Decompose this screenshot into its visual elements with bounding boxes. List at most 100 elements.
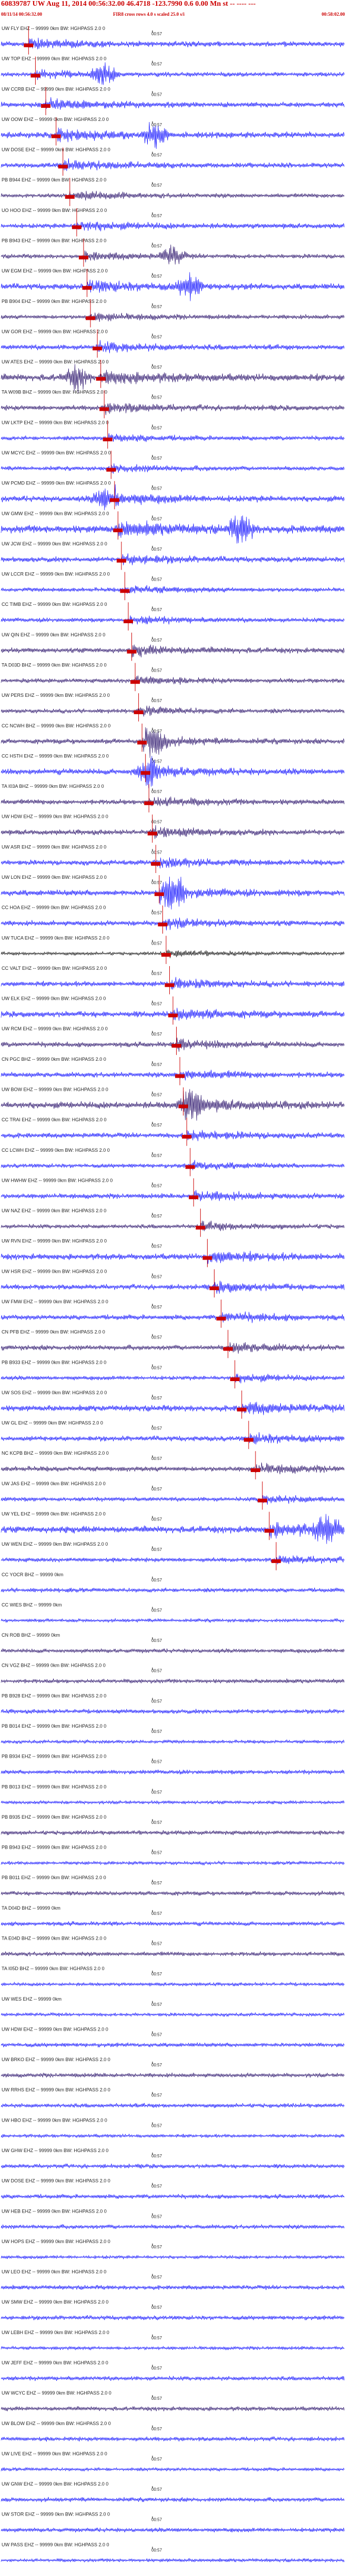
- trace-label: UW WES EHZ -- 99999 0km: [2, 1996, 62, 2002]
- time-tick-label: 00:57: [151, 1972, 162, 1976]
- waveform: [1, 1514, 345, 1544]
- trace-label: UW ATES EHZ -- 99999 0km BW: HGHPASS 2.0…: [2, 359, 109, 364]
- waveform: [1, 585, 345, 594]
- waveform: [1, 2315, 345, 2320]
- waveform: [1, 2133, 345, 2138]
- trace-label: UW LCCR EHZ -- 99999 0km BW: HGHPASS 2.0…: [2, 572, 110, 577]
- time-tick-label: 00:57: [151, 1305, 162, 1310]
- trace-row: PB B943 EHZ -- 99999 0km BW: HGHPASS 2.0…: [1, 1845, 345, 1866]
- trace-row: UW ATES EHZ -- 99999 0km BW: HGHPASS 2.0…: [1, 359, 345, 393]
- time-tick-label: 00:57: [151, 1699, 162, 1703]
- trace-row: CN PFB EHZ -- 99999 0km BW: HGHPASS 2.0 …: [1, 1330, 345, 1358]
- trace-row: UW LKTP EHZ -- 99999 0km BW: HGHPASS 2.0…: [1, 420, 345, 449]
- trace-label: UW WEN EHZ -- 99999 0km BW: HGHPASS 2.0 …: [2, 1541, 108, 1547]
- trace-label: NC KCPB BHZ -- 99999 0km BW: HGHPASS 2.0…: [2, 1451, 109, 1456]
- trace-row: CC HOA EHZ -- 99999 0km BW: HGHPASS 2.0 …: [1, 905, 345, 934]
- waveform: [1, 1462, 345, 1475]
- trace-label: PB B944 EHZ -- 99999 0km BW: HGHPASS 2.0…: [2, 177, 106, 182]
- trace-label: UW FMW EHZ -- 99999 0km BW: HGHPASS 2.0 …: [2, 1299, 108, 1304]
- time-tick-label: 00:57: [151, 668, 162, 673]
- waveform: [1, 312, 345, 322]
- waveform: [1, 1739, 345, 1745]
- trace-label: TA D03D BHZ -- 99999 0km BW: HGHPASS 2.0…: [2, 663, 107, 668]
- trace-row: UW PASS EHZ -- 99999 0km BW: HGHPASS 2.0…: [1, 2542, 345, 2563]
- trace-label: CC TRAI EHZ -- 99999 0km BW: HGHPASS 2.0…: [2, 1117, 107, 1122]
- trace-label: TA I03A BHZ -- 99999 0km BW: HGHPASS 2.0…: [2, 784, 104, 789]
- trace-label: TA D04D BHZ -- 99999 0km: [2, 1905, 60, 1911]
- trace-row: CC NCWH BHZ -- 99999 0km BW: HGHPASS 2.0…: [1, 723, 345, 758]
- waveform: [1, 1555, 345, 1565]
- trace-label: UW GHW EHZ -- 99999 0km BW: HGHPASS 2.0 …: [2, 2148, 108, 2153]
- trace-row: UW TUCA EHZ -- 99999 0km BW: HGHPASS 2.0…: [1, 935, 345, 964]
- time-tick-label: 00:57: [151, 2184, 162, 2189]
- trace-label: PB B928 EHZ -- 99999 0km BW: HGHPASS 2.0…: [2, 1693, 106, 1698]
- trace-label: UW SMW EHZ -- 99999 0km BW: HGHPASS 2.0 …: [2, 2299, 108, 2305]
- time-tick-label: 00:57: [151, 2487, 162, 2492]
- time-tick-label: 00:57: [151, 820, 162, 825]
- time-tick-label: 00:57: [151, 1153, 162, 1158]
- time-tick-label: 00:57: [151, 395, 162, 400]
- trace-label: PB B014 EHZ -- 99999 0km BW: HGHPASS 2.0…: [2, 1723, 106, 1729]
- waveform: [1, 1709, 345, 1715]
- waveform: [1, 1921, 345, 1926]
- waveform: [1, 705, 345, 717]
- time-tick-label: 00:57: [151, 214, 162, 218]
- trace-label: CC HSTH EHZ -- 99999 0km BW: HGHPASS 2.0…: [2, 753, 109, 758]
- time-tick-label: 00:57: [151, 1911, 162, 1916]
- trace-label: UW ASR EHZ -- 99999 0km BW: HGHPASS 2.0 …: [2, 844, 106, 849]
- time-tick-label: 00:57: [151, 1760, 162, 1764]
- waveform: [1, 2042, 345, 2047]
- waveform: [1, 977, 345, 990]
- trace-label: UW GMW EHZ -- 99999 0km BW: HGHPASS 2.0 …: [2, 511, 109, 516]
- waveform: [1, 364, 345, 393]
- trace-row: UW HWHW EHZ -- 99999 0km BW: HGHPASS 2.0…: [1, 1178, 345, 1207]
- waveform: [1, 62, 345, 85]
- time-tick-label: 00:57: [151, 1123, 162, 1128]
- waveform: [1, 2194, 345, 2199]
- time-tick-label: 00:57: [151, 1851, 162, 1855]
- trace-label: UW GNW EHZ -- 99999 0km BW: HGHPASS 2.0 …: [2, 2481, 108, 2487]
- waveform: [1, 1587, 345, 1593]
- trace-row: UW GOR EHZ -- 99999 0km BW: HGHPASS 2.0 …: [1, 329, 345, 358]
- trace-row: PB B935 EHZ -- 99999 0km BW: HGHPASS 2.0…: [1, 1814, 345, 1835]
- trace-row: UW HDW EHZ -- 99999 0km BW: HGHPASS 2.0 …: [1, 2026, 345, 2047]
- waveform: [1, 1130, 345, 1141]
- time-tick-label: 00:57: [151, 305, 162, 309]
- waveform: [1, 158, 345, 171]
- waveform: [1, 1678, 345, 1684]
- time-tick-label: 00:57: [151, 1881, 162, 1885]
- trace-label: UO HOO EHZ -- 99999 0km BW: HGHPASS 2.0 …: [2, 208, 107, 213]
- trace-label: UW NAZ EHZ -- 99999 0km BW: HGHPASS 2.0 …: [2, 1208, 106, 1213]
- waveform: [1, 2527, 345, 2533]
- trace-label: UW SOS EHZ -- 99999 0km BW: HGHPASS 2.0 …: [2, 1390, 107, 1395]
- trace-row: PB B928 EHZ -- 99999 0km BW: HGHPASS 2.0…: [1, 1693, 345, 1715]
- trace-label: UW HBO EHZ -- 99999 0km BW: HGHPASS 2.0 …: [2, 2117, 107, 2123]
- waveform: [1, 190, 345, 201]
- waveform: [1, 272, 345, 301]
- trace-row: NC KCPB BHZ -- 99999 0km BW: HGHPASS 2.0…: [1, 1451, 345, 1479]
- trace-label: UW BOW EHZ -- 99999 0km BW: HGHPASS 2.0 …: [2, 1087, 108, 1092]
- trace-label: PB B943 EHZ -- 99999 0km BW: HGHPASS 2.0…: [2, 1845, 106, 1850]
- trace-row: UW STOR EHZ -- 99999 0km BW: HGHPASS 2.0…: [1, 2512, 345, 2533]
- waveform: [1, 1402, 345, 1415]
- trace-label: UW OOW EHZ -- 99999 0km BW: HGHPASS 2.0 …: [2, 117, 109, 122]
- trace-label: UW PCMD EHZ -- 99999 0km BW: HGHPASS 2.0…: [2, 481, 111, 486]
- trace-label: PB B935 EHZ -- 99999 0km BW: HGHPASS 2.0…: [2, 1814, 106, 1820]
- time-tick-label: 00:57: [151, 1790, 162, 1794]
- waveform: [1, 340, 345, 353]
- waveform: [1, 1251, 345, 1264]
- trace-row: UW LON EHZ -- 99999 0km BW: HGHPASS 2.0 …: [1, 875, 345, 910]
- time-tick-label: 00:57: [151, 32, 162, 36]
- trace-label: UW YEL EHZ -- 99999 0km BW: HGHPASS 2.0 …: [2, 1512, 106, 1517]
- time-tick-label: 00:57: [151, 425, 162, 430]
- trace-row: UW SMW EHZ -- 99999 0km BW: HGHPASS 2.0 …: [1, 2299, 345, 2320]
- trace-row: UW LCCR EHZ -- 99999 0km BW: HGHPASS 2.0…: [1, 572, 345, 601]
- waveform: [1, 2163, 345, 2169]
- trace-label: CC TIMB EHZ -- 99999 0km BW: HGHPASS 2.0…: [2, 602, 107, 607]
- trace-label: CN VGZ BHZ -- 99999 0km BW: HGHPASS 2.0 …: [2, 1663, 106, 1668]
- trace-label: UW TUCA EHZ -- 99999 0km BW: HGHPASS 2.0…: [2, 935, 109, 940]
- trace-row: PB B933 EHZ -- 99999 0km BW: HGHPASS 2.0…: [1, 1360, 345, 1388]
- trace-row: UW BOW EHZ -- 99999 0km BW: HGHPASS 2.0 …: [1, 1087, 345, 1121]
- trace-row: UW RVN EHZ -- 99999 0km BW: HGHPASS 2.0 …: [1, 1239, 345, 1267]
- waveform: [1, 1800, 345, 1805]
